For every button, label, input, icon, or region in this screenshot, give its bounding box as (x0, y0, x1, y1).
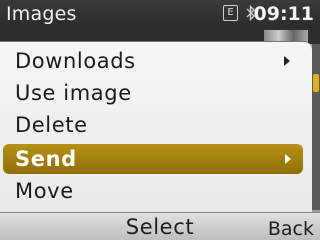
scrollbar-thumb[interactable] (313, 74, 319, 92)
menu-item-downloads[interactable]: Downloads (0, 46, 306, 76)
options-menu: Downloads Use image Delete Send Move (0, 42, 312, 212)
back-softkey[interactable]: Back (268, 217, 314, 240)
status-bar: Images E 09:11 (0, 0, 320, 28)
menu-item-label: Send (15, 147, 77, 171)
softkey-bar: Select Back (0, 212, 320, 240)
scrollbar-track[interactable] (312, 44, 320, 210)
menu-item-use-image[interactable]: Use image (0, 78, 306, 108)
phone-screen: Images E 09:11 Downloads Use image Delet… (0, 0, 320, 240)
submenu-arrow-icon (284, 56, 290, 66)
menu-item-move[interactable]: Move (0, 176, 306, 206)
app-title: Images (6, 3, 77, 25)
menu-item-label: Use image (15, 81, 132, 105)
menu-item-delete[interactable]: Delete (0, 110, 306, 140)
clock: 09:11 (253, 3, 314, 25)
menu-item-label: Delete (15, 113, 88, 137)
menu-item-label: Move (15, 179, 74, 203)
submenu-arrow-icon (285, 154, 291, 164)
menu-item-label: Downloads (15, 49, 136, 73)
network-edge-icon: E (223, 5, 238, 21)
menu-item-send[interactable]: Send (3, 144, 303, 174)
status-icons: E (223, 5, 256, 21)
